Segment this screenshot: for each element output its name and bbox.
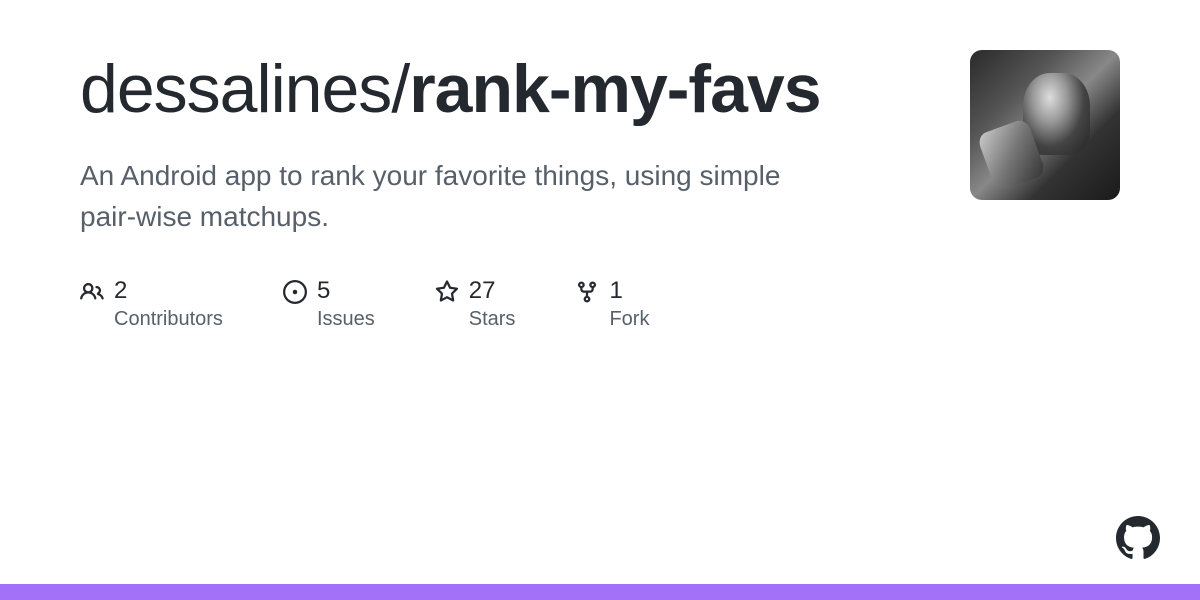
forks-label: Fork [609,308,649,331]
contributors-count: 2 [114,277,223,306]
issue-icon [283,280,307,304]
github-logo-icon[interactable] [1116,516,1160,560]
stat-forks[interactable]: 1 Fork [575,277,649,331]
people-icon [80,280,104,304]
repo-description: An Android app to rank your favorite thi… [80,156,800,237]
stats-row: 2 Contributors 5 Issues 27 [80,277,840,331]
owner-avatar[interactable] [970,50,1120,200]
stat-contributors[interactable]: 2 Contributors [80,277,223,331]
contributors-label: Contributors [114,308,223,331]
stat-issues[interactable]: 5 Issues [283,277,375,331]
repo-owner[interactable]: dessalines [80,51,391,127]
accent-bar [0,584,1200,600]
star-icon [435,280,459,304]
repo-title: dessalines/rank-my-favs [80,50,840,128]
forks-count: 1 [609,277,649,306]
repo-name[interactable]: rank-my-favs [409,51,820,127]
issues-label: Issues [317,308,375,331]
issues-count: 5 [317,277,375,306]
stars-count: 27 [469,277,516,306]
stars-label: Stars [469,308,516,331]
fork-icon [575,280,599,304]
stat-stars[interactable]: 27 Stars [435,277,516,331]
